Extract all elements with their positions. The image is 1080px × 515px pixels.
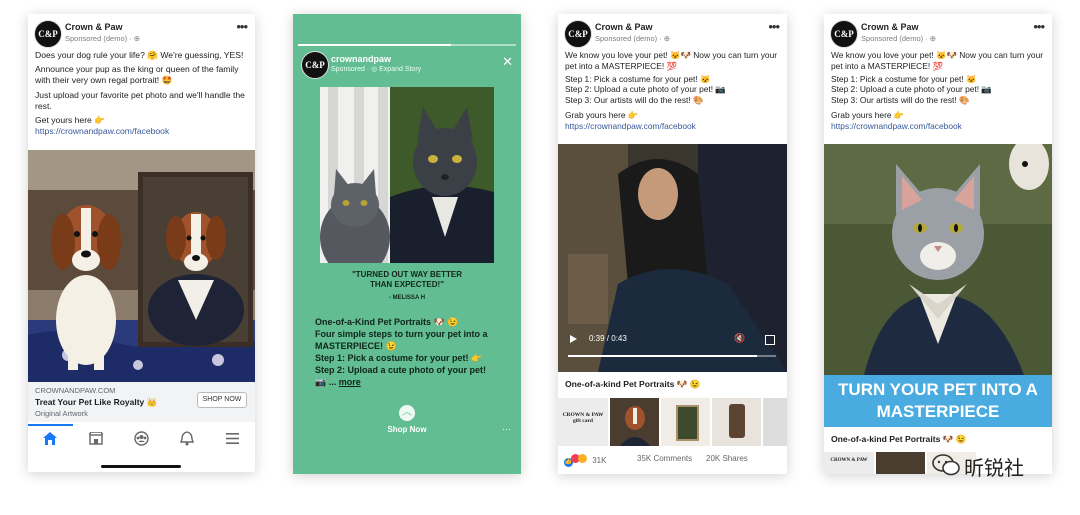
home-indicator: [101, 465, 181, 468]
story-more-icon[interactable]: ···: [502, 424, 511, 434]
more-options-icon[interactable]: •••: [236, 19, 248, 34]
review-quote: "TURNED OUT WAY BETTER THAN EXPECTED!": [351, 270, 463, 289]
story-line: Four simple steps to turn your pet into …: [315, 329, 488, 352]
bottom-nav: [28, 424, 255, 452]
see-more-link[interactable]: more: [339, 377, 361, 387]
carousel-item-next[interactable]: [763, 398, 787, 446]
mute-icon[interactable]: 🔇: [734, 333, 745, 344]
reactions-count[interactable]: 31K: [592, 456, 606, 465]
post-line: Step 1: Pick a costume for your pet! 🐱: [565, 73, 711, 84]
post-text: Does your dog rule your life? 🤗 We're gu…: [28, 50, 255, 137]
shares-count[interactable]: 20K Shares: [706, 454, 748, 463]
marketplace-icon[interactable]: [89, 432, 103, 445]
post-link[interactable]: https://crownandpaw.com/facebook: [831, 121, 1045, 132]
brand-name[interactable]: Crown & Paw: [595, 22, 653, 32]
link-domain: CROWNANDPAW.COM: [35, 386, 116, 395]
product-carousel[interactable]: CROWN & PAW gift card: [558, 398, 787, 446]
comments-count[interactable]: 35K Comments: [637, 454, 692, 463]
post-line: Grab yours here 👉: [831, 109, 905, 120]
groups-icon[interactable]: [134, 431, 149, 446]
ad-card-cat: C&P Crown & Paw Sponsored (demo) · ⊕ •••…: [824, 14, 1052, 474]
sponsored-label: Sponsored (demo) · ⊕: [861, 34, 937, 43]
more-options-icon[interactable]: •••: [768, 19, 780, 34]
carousel-item-dog[interactable]: [610, 398, 659, 446]
story-line: Step 1: Pick a costume for your pet! 👉: [315, 353, 483, 364]
link-headline: Treat Your Pet Like Royalty 👑: [35, 397, 158, 407]
review-author: - MELISSA H: [388, 295, 426, 301]
shop-now-button[interactable]: Shop Now: [367, 425, 447, 434]
video-time: 0:39 / 0:43: [589, 334, 627, 343]
post-line: Announce your pup as the king or queen o…: [35, 64, 239, 86]
story-line: One-of-a-Kind Pet Portraits 🐶 😉: [315, 317, 459, 327]
carousel-item-dog[interactable]: [876, 452, 925, 474]
post-text: We know you love your pet! 🐱🐶 Now you ca…: [824, 50, 1052, 132]
carousel-item-giftcard[interactable]: CROWN & PAW gift card: [558, 398, 608, 446]
post-line: Grab yours here 👉: [565, 109, 639, 120]
nav-active-indicator: [28, 424, 73, 426]
post-text: We know you love your pet! 🐱🐶 Now you ca…: [558, 50, 787, 132]
story-progress-bar: [298, 44, 516, 46]
story-ad: C&P crownandpaw Sponsored · ◎ Expand Sto…: [293, 14, 521, 474]
post-header: C&P Crown & Paw Sponsored (demo) · ⊕ •••: [824, 14, 1052, 50]
shop-now-button[interactable]: SHOP NOW: [197, 392, 247, 408]
carousel-item-phonecase[interactable]: [712, 398, 761, 446]
story-cat-portrait[interactable]: [320, 87, 494, 263]
post-line: Does your dog rule your life? 🤗 We're gu…: [35, 50, 244, 60]
post-line: Just upload your favorite pet photo and …: [35, 89, 245, 111]
story-body: One-of-a-Kind Pet Portraits 🐶 😉 Four sim…: [315, 316, 515, 389]
brand-name[interactable]: Crown & Paw: [65, 22, 123, 32]
ad-card-video: C&P Crown & Paw Sponsored (demo) · ⊕ •••…: [558, 14, 787, 474]
brand-logo[interactable]: C&P: [34, 20, 62, 48]
reactions-bar: 👍 31K 35K Comments 20K Shares: [564, 454, 781, 468]
post-line: Step 3: Our artists will do the rest! 🎨: [831, 95, 970, 106]
brand-logo[interactable]: C&P: [564, 20, 592, 48]
story-sponsored[interactable]: Sponsored · ◎ Expand Story: [331, 65, 421, 73]
story-handle[interactable]: crownandpaw: [331, 54, 391, 64]
ad-image-dog-portrait[interactable]: [28, 150, 255, 382]
video-progress-track[interactable]: [568, 355, 776, 357]
post-line: Step 3: Our artists will do the rest! 🎨: [565, 95, 704, 106]
post-line: We know you love your pet! 🐱🐶 Now you ca…: [565, 50, 778, 71]
post-line: Step 2: Upload a cute photo of your pet!…: [831, 84, 992, 95]
close-icon[interactable]: ✕: [502, 54, 513, 70]
post-line: We know you love your pet! 🐱🐶 Now you ca…: [831, 50, 1044, 71]
link-description: Original Artwork: [35, 409, 88, 418]
play-icon[interactable]: [570, 335, 577, 343]
post-line: Step 1: Pick a costume for your pet! 🐱: [831, 73, 977, 84]
wechat-icon: [932, 454, 960, 476]
video-player[interactable]: 0:39 / 0:43 🔇: [558, 144, 787, 372]
ad-image-cat-portrait[interactable]: [824, 144, 1052, 375]
story-more-line: 📷 ... more: [315, 377, 361, 388]
story-brand-logo[interactable]: C&P: [301, 51, 329, 79]
link-preview[interactable]: CROWNANDPAW.COM Treat Your Pet Like Roya…: [28, 382, 255, 422]
ad-card-dog: C&P Crown & Paw Sponsored (demo) · ⊕ •••…: [28, 14, 255, 472]
carousel-item-frame[interactable]: [661, 398, 710, 446]
post-line: Get yours here 👉: [35, 115, 105, 126]
sponsored-label: Sponsored (demo) · ⊕: [65, 34, 141, 43]
brand-name[interactable]: Crown & Paw: [861, 22, 919, 32]
bell-icon[interactable]: [180, 431, 194, 446]
brand-logo[interactable]: C&P: [830, 20, 858, 48]
post-header: C&P Crown & Paw Sponsored (demo) · ⊕ •••: [558, 14, 787, 50]
video-progress-fill: [568, 355, 758, 357]
post-link[interactable]: https://crownandpaw.com/facebook: [35, 126, 248, 137]
haha-icon[interactable]: [578, 454, 587, 463]
home-icon[interactable]: [43, 432, 57, 445]
shop-now-arrow-icon[interactable]: ︿: [399, 405, 415, 421]
carousel-headline[interactable]: One-of-a-kind Pet Portraits 🐶 😉: [831, 434, 967, 445]
post-header: C&P Crown & Paw Sponsored (demo) · ⊕ •••: [28, 14, 255, 50]
sponsored-label: Sponsored (demo) · ⊕: [595, 34, 671, 43]
post-link[interactable]: https://crownandpaw.com/facebook: [565, 121, 780, 132]
menu-icon[interactable]: [226, 433, 239, 444]
more-options-icon[interactable]: •••: [1033, 19, 1045, 34]
post-line: Step 2: Upload a cute photo of your pet!…: [565, 84, 726, 95]
carousel-item-giftcard[interactable]: CROWN & PAW: [824, 452, 874, 474]
fullscreen-icon[interactable]: [765, 335, 775, 345]
carousel-headline[interactable]: One-of-a-kind Pet Portraits 🐶 😉: [565, 379, 701, 390]
promo-banner[interactable]: TURN YOUR PET INTO A MASTERPIECE: [824, 375, 1052, 427]
watermark-text: 昕锐社: [964, 458, 1024, 480]
story-line: Step 2: Upload a cute photo of your pet!: [315, 365, 486, 376]
